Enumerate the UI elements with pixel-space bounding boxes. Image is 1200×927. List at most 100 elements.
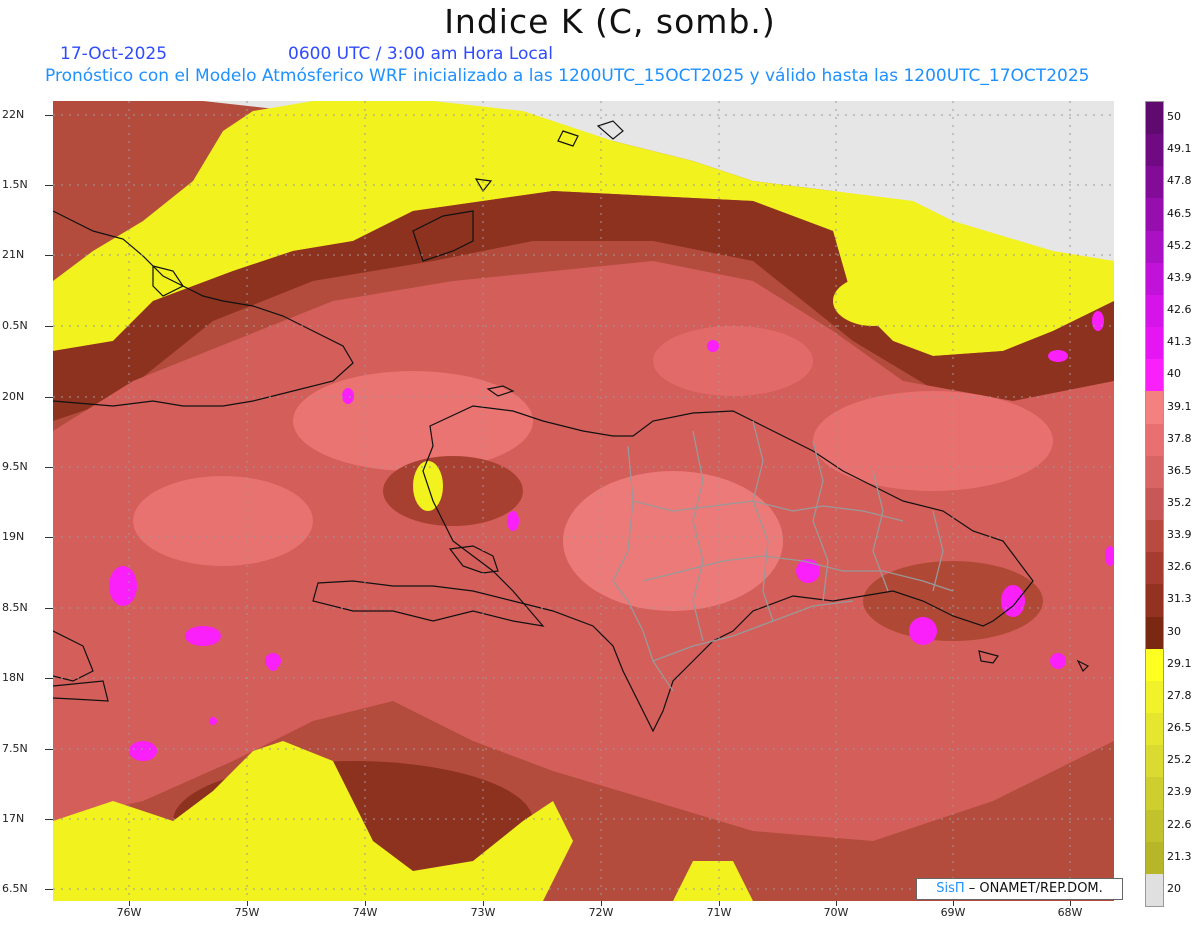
- colorbar-label: 33.9: [1167, 528, 1192, 542]
- colorbar-label: 47.8: [1167, 174, 1192, 188]
- very-high-patch: [813, 391, 1053, 491]
- colorbar-label: 45.2: [1167, 238, 1192, 252]
- longitude-label: 73W: [470, 906, 496, 919]
- forecast-date: 17-Oct-2025: [60, 44, 168, 64]
- latitude-label: 1.5N: [2, 178, 28, 191]
- longitude-tick: [953, 901, 954, 906]
- latitude-tick: [45, 608, 53, 609]
- colorbar-label: 30: [1167, 624, 1181, 638]
- colorbar-segment: [1146, 809, 1163, 843]
- colorbar-label: 42.6: [1167, 303, 1192, 317]
- longitude-tick: [365, 901, 366, 906]
- colorbar-label: 50: [1167, 110, 1181, 124]
- colorbar-segment: [1146, 745, 1163, 778]
- colorbar-segment: [1146, 648, 1163, 682]
- colorbar-segment: [1146, 230, 1163, 264]
- very-high-patch: [293, 371, 533, 471]
- colorbar-segment: [1146, 777, 1163, 811]
- colorbar-segment: [1146, 134, 1163, 167]
- latitude-tick: [45, 185, 53, 186]
- colorbar-segment: [1146, 713, 1163, 746]
- colorbar-label: 36.5: [1167, 463, 1192, 477]
- latitude-tick: [45, 255, 53, 256]
- credit-text: – ONAMET/REP.DOM.: [964, 881, 1103, 896]
- colorbar-label: 43.9: [1167, 270, 1192, 284]
- latitude-label: 7.5N: [2, 742, 28, 755]
- map-title: Indice K (C, somb.): [444, 2, 776, 41]
- k-index-map: [53, 101, 1114, 901]
- longitude-label: 76W: [116, 906, 142, 919]
- longitude-label: 71W: [706, 906, 732, 919]
- colorbar: [1145, 101, 1164, 907]
- latitude-tick: [45, 889, 53, 890]
- latitude-label: 22N: [2, 108, 25, 121]
- colorbar-segment: [1146, 455, 1163, 489]
- latitude-tick: [45, 326, 53, 327]
- latitude-label: 20N: [2, 390, 25, 403]
- colorbar-label: 21.3: [1167, 849, 1192, 863]
- very-high-patch: [653, 326, 813, 396]
- latitude-tick: [45, 467, 53, 468]
- latitude-label: 6.5N: [2, 882, 28, 895]
- longitude-label: 72W: [588, 906, 614, 919]
- longitude-tick: [836, 901, 837, 906]
- colorbar-segment: [1146, 262, 1163, 296]
- colorbar-label: 20: [1167, 881, 1181, 895]
- colorbar-label: 46.5: [1167, 206, 1192, 220]
- colorbar-label: 22.6: [1167, 817, 1192, 831]
- colorbar-segment: [1146, 327, 1163, 360]
- colorbar-segment: [1146, 552, 1163, 585]
- colorbar-segment: [1146, 198, 1163, 232]
- latitude-label: 9.5N: [2, 460, 28, 473]
- colorbar-segment: [1146, 102, 1163, 135]
- colorbar-segment: [1146, 359, 1163, 392]
- colorbar-label: 41.3: [1167, 335, 1192, 349]
- colorbar-segment: [1146, 166, 1163, 199]
- longitude-tick: [1070, 901, 1071, 906]
- latitude-label: 17N: [2, 812, 25, 825]
- longitude-label: 74W: [352, 906, 378, 919]
- forecast-description: Pronóstico con el Modelo Atmósferico WRF…: [45, 66, 1090, 86]
- longitude-tick: [601, 901, 602, 906]
- colorbar-segment: [1146, 520, 1163, 553]
- colorbar-label: 25.2: [1167, 753, 1192, 767]
- colorbar-label: 26.5: [1167, 721, 1192, 735]
- latitude-tick: [45, 537, 53, 538]
- colorbar-segment: [1146, 584, 1163, 618]
- colorbar-label: 35.2: [1167, 496, 1192, 509]
- colorbar-label: 49.1: [1167, 142, 1192, 156]
- very-high-patch: [133, 476, 313, 566]
- low-k-patch: [833, 276, 913, 326]
- latitude-label: 8.5N: [2, 601, 28, 614]
- latitude-tick: [45, 749, 53, 750]
- colorbar-segment: [1146, 680, 1163, 714]
- colorbar-label: 39.1: [1167, 399, 1192, 413]
- longitude-label: 75W: [234, 906, 260, 919]
- map-panel: [53, 101, 1114, 901]
- longitude-tick: [247, 901, 248, 906]
- forecast-time: 0600 UTC / 3:00 am Hora Local: [288, 44, 553, 64]
- colorbar-label: 29.1: [1167, 656, 1192, 670]
- colorbar-label: 23.9: [1167, 785, 1192, 799]
- latitude-label: 21N: [2, 248, 25, 261]
- colorbar-label: 31.3: [1167, 592, 1192, 606]
- latitude-label: 18N: [2, 671, 25, 684]
- latitude-label: 0.5N: [2, 319, 28, 332]
- latitude-tick: [45, 819, 53, 820]
- colorbar-segment: [1146, 423, 1163, 457]
- latitude-tick: [45, 115, 53, 116]
- colorbar-segment: [1146, 294, 1163, 328]
- longitude-label: 70W: [823, 906, 849, 919]
- longitude-tick: [129, 901, 130, 906]
- credit-box: SisΠ – ONAMET/REP.DOM.: [916, 878, 1123, 900]
- colorbar-label: 37.8: [1167, 431, 1192, 445]
- colorbar-segment: [1146, 391, 1163, 425]
- latitude-label: 19N: [2, 530, 25, 543]
- longitude-label: 69W: [940, 906, 966, 919]
- very-high-patch: [563, 471, 783, 611]
- colorbar-label: 40: [1167, 367, 1181, 381]
- brand-logo: SisΠ: [936, 881, 965, 896]
- longitude-tick: [483, 901, 484, 906]
- colorbar-label: 32.6: [1167, 560, 1192, 574]
- colorbar-segment: [1146, 616, 1163, 650]
